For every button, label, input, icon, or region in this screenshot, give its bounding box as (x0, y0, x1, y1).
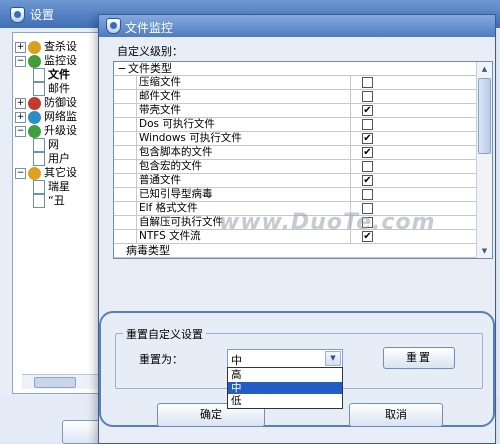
tree-node-label: 其它设 (44, 166, 77, 179)
tree-node-label: 邮件 (48, 82, 70, 95)
file-type-checkbox[interactable]: ✔ (362, 147, 373, 158)
shield-icon (28, 96, 41, 110)
tree-scroll-thumb[interactable] (34, 377, 76, 388)
tree-node-label: 查杀设 (44, 40, 77, 53)
collapse-icon[interactable]: − (15, 125, 26, 137)
list-item[interactable]: 邮件文件 (114, 90, 476, 104)
list-vertical-scrollbar[interactable]: ▲ ▼ (476, 62, 492, 258)
expand-icon[interactable]: + (15, 97, 26, 109)
file-type-checkbox[interactable] (362, 119, 373, 130)
watermark-text: www.DuoTe.com (219, 210, 436, 235)
collapse-icon[interactable]: − (15, 55, 26, 67)
tree-node-label: 文件 (48, 68, 70, 81)
column-divider (350, 132, 351, 145)
document-icon (33, 194, 45, 208)
file-type-checkbox[interactable] (362, 161, 373, 172)
globe-icon (28, 110, 41, 124)
settings-title: 设置 (30, 8, 55, 22)
tree-node-label: 网 (48, 138, 59, 151)
file-type-checkbox[interactable] (362, 91, 373, 102)
category-label: 病毒类型 (126, 244, 170, 257)
select-value: 中 (231, 354, 242, 367)
list-item[interactable]: 包含脚本的文件 ✔ (114, 146, 476, 160)
app-shield-icon (10, 7, 25, 23)
reset-to-label: 重置为： (139, 353, 183, 366)
expand-icon[interactable]: + (15, 41, 26, 53)
chevron-down-icon[interactable]: ▼ (325, 351, 341, 366)
tree-node-label: 用户 (48, 152, 70, 165)
search-shield-icon (28, 40, 41, 54)
column-divider (350, 146, 351, 159)
list-item[interactable]: 压缩文件 (114, 76, 476, 90)
list-item[interactable]: 已知引导型病毒 (114, 188, 476, 202)
document-icon (33, 138, 45, 152)
scroll-down-icon[interactable]: ▼ (477, 244, 492, 258)
file-type-checkbox[interactable] (362, 77, 373, 88)
file-type-label: 包含脚本的文件 (136, 146, 349, 159)
file-type-label: Dos 可执行文件 (136, 118, 349, 131)
column-divider (350, 76, 351, 89)
collapse-icon[interactable]: − (15, 167, 26, 179)
file-type-checkbox[interactable]: ✔ (362, 133, 373, 144)
document-icon (33, 180, 45, 194)
settings-tree[interactable]: + 查杀设 − 监控设 文件 邮件 + 防御设 + 网络监 − 升级设网用户 − 其它设 瑞星 “丑 (12, 32, 100, 394)
category-file-types[interactable]: − 文件类型 (114, 62, 476, 76)
expand-icon[interactable]: + (15, 111, 26, 123)
file-type-checkbox[interactable]: ✔ (362, 175, 373, 186)
cancel-button[interactable]: 取消 (349, 403, 443, 427)
tree-node-label: “丑 (48, 194, 65, 207)
reset-button[interactable]: 重置 (383, 347, 455, 369)
reset-group-legend: 重置自定义设置 (123, 326, 206, 342)
update-icon (28, 124, 41, 138)
column-divider (350, 188, 351, 201)
file-type-label: 邮件文件 (136, 90, 349, 103)
tree-horizontal-scrollbar[interactable] (22, 374, 98, 389)
column-divider (350, 174, 351, 187)
tree-node-label: 防御设 (44, 96, 77, 109)
file-type-checkbox[interactable]: ✔ (362, 105, 373, 116)
tree-node-label: 网络监 (44, 110, 77, 123)
tree-node-label: 升级设 (44, 124, 77, 137)
column-divider (350, 118, 351, 131)
reset-level-select[interactable]: 中 ▼ (227, 349, 343, 368)
reset-level-dropdown[interactable]: 高 中 低 (227, 367, 343, 409)
document-icon (33, 82, 45, 96)
document-icon (33, 68, 45, 82)
dropdown-option-high[interactable]: 高 (228, 369, 342, 381)
scroll-up-icon[interactable]: ▲ (477, 62, 492, 76)
file-type-label: 普通文件 (136, 174, 349, 187)
file-type-label: 压缩文件 (136, 76, 349, 89)
tree-node-label: 监控设 (44, 54, 77, 67)
category-label: 文件类型 (128, 62, 172, 75)
list-scroll-thumb[interactable] (478, 78, 491, 154)
column-divider (350, 160, 351, 173)
custom-level-label: 自定义级别： (117, 45, 183, 58)
dropdown-option-medium[interactable]: 中 (228, 382, 342, 394)
dialog-titlebar[interactable]: 文件监控 (99, 15, 495, 37)
list-item[interactable]: Windows 可执行文件 ✔ (114, 132, 476, 146)
file-type-label: 已知引导型病毒 (136, 188, 349, 201)
tree-node-label: 瑞星 (48, 180, 70, 193)
list-item[interactable]: 带壳文件 ✔ (114, 104, 476, 118)
list-item[interactable]: 包含宏的文件 (114, 160, 476, 174)
document-icon (33, 152, 45, 166)
file-type-checkbox[interactable] (362, 189, 373, 200)
file-monitor-dialog: 文件监控 自定义级别： − 文件类型 压缩文件 邮件文件 带壳文件 ✔ Dos 可执行文… (98, 14, 496, 444)
collapse-icon[interactable]: − (117, 62, 127, 75)
column-divider (350, 104, 351, 117)
tree-node[interactable]: “丑 (33, 193, 65, 209)
file-type-label: 带壳文件 (136, 104, 349, 117)
list-item[interactable]: 普通文件 ✔ (114, 174, 476, 188)
dialog-title: 文件监控 (125, 21, 174, 35)
file-type-label: 包含宏的文件 (136, 160, 349, 173)
umbrella-icon (28, 54, 41, 68)
column-divider (350, 90, 351, 103)
dropdown-option-low[interactable]: 低 (228, 395, 342, 407)
file-type-label: Windows 可执行文件 (136, 132, 349, 145)
list-item[interactable]: Dos 可执行文件 (114, 118, 476, 132)
category-virus-types[interactable]: 病毒类型 (114, 244, 476, 258)
gear-icon (28, 166, 41, 180)
dialog-shield-icon (106, 18, 121, 34)
